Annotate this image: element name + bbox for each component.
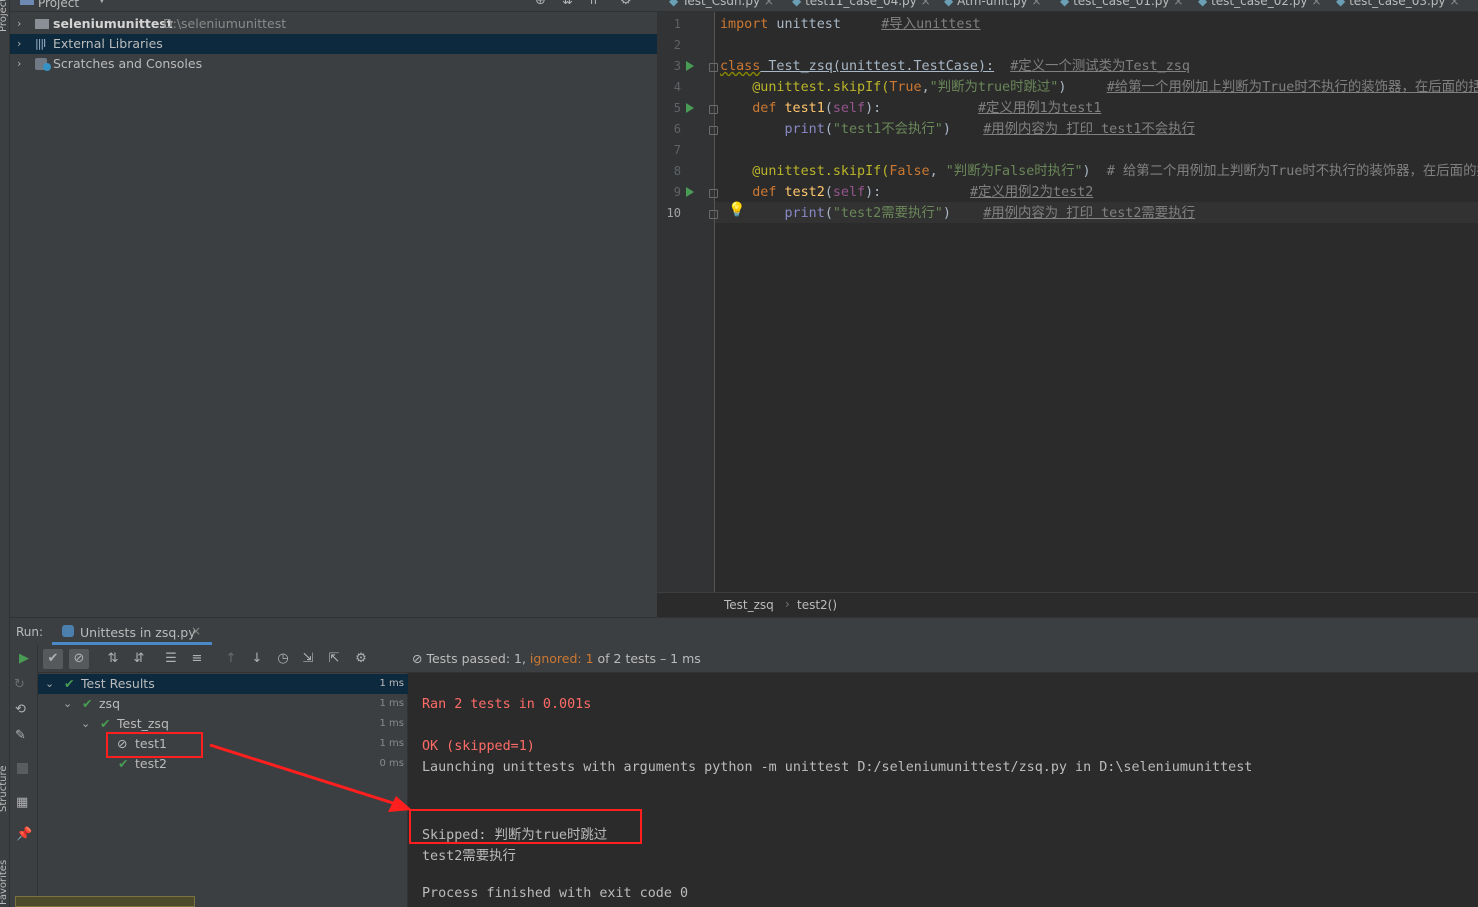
annotation-arrow <box>209 743 412 812</box>
